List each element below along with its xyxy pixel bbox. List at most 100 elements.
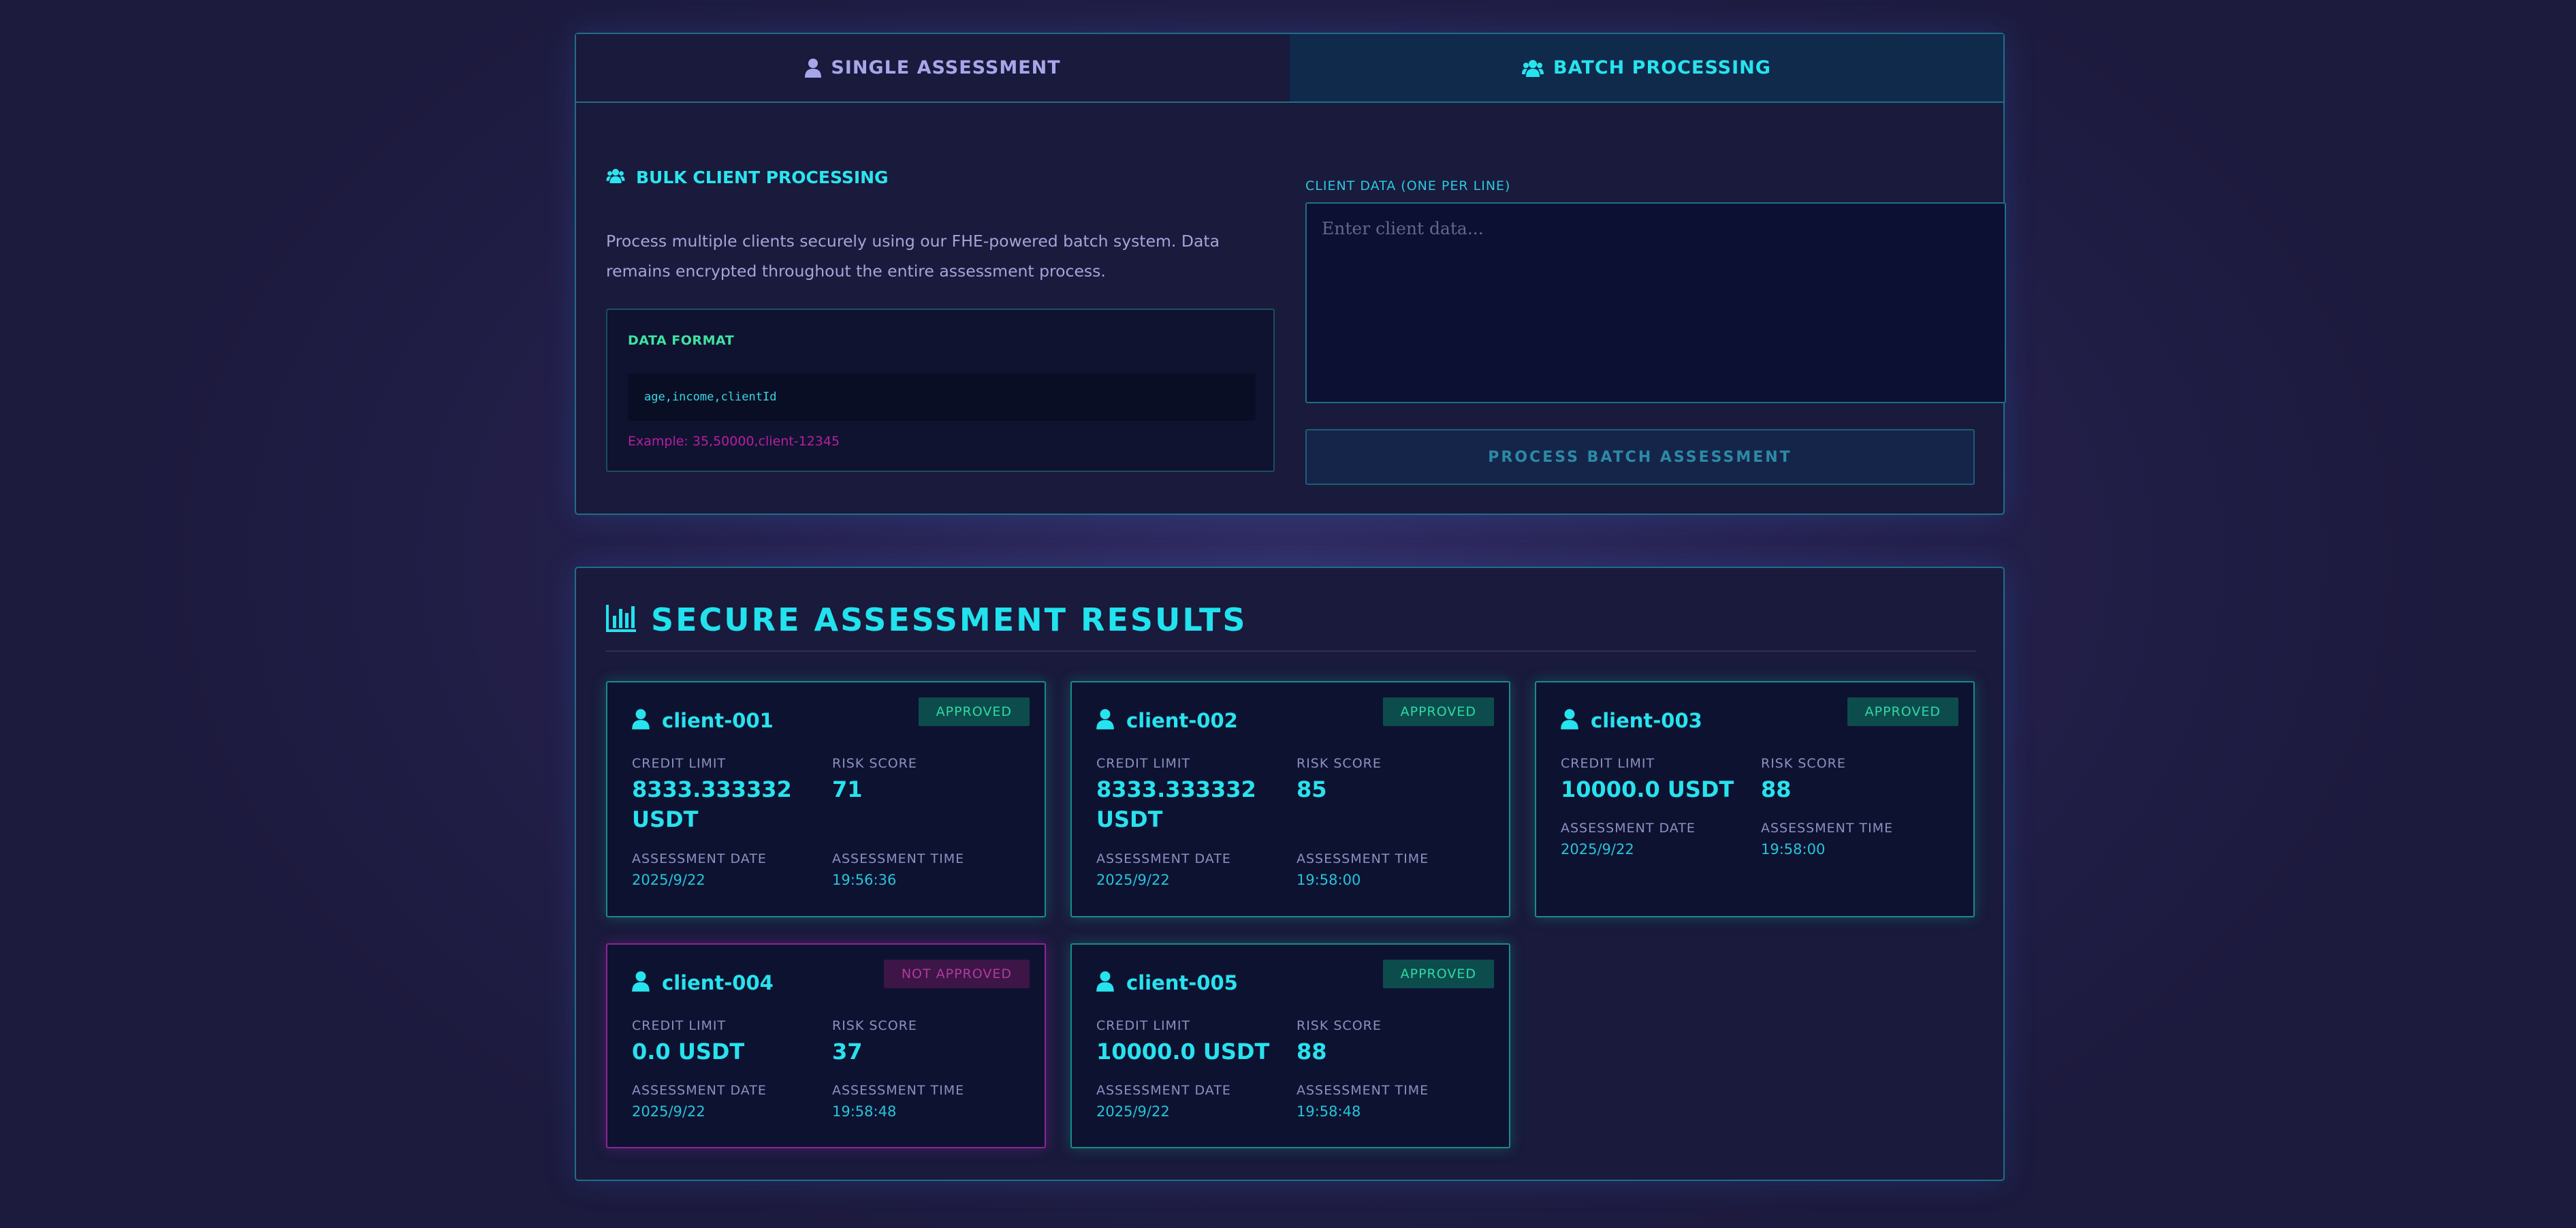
result-card: client-001 APPROVED CREDIT LIMIT 8333.33… — [606, 681, 1046, 917]
risk-score: RISK SCORE 71 — [832, 756, 917, 804]
assessment-time-label: ASSESSMENT TIME — [832, 851, 965, 866]
status-badge: APPROVED — [1847, 697, 1958, 726]
assessment-date-label: ASSESSMENT DATE — [632, 1083, 767, 1098]
assessment-time-value: 19:56:36 — [832, 872, 897, 888]
assessment-time: ASSESSMENT TIME 19:58:00 — [1297, 851, 1429, 888]
batch-heading: BULK CLIENT PROCESSING — [606, 168, 889, 187]
assessment-date-value: 2025/9/22 — [632, 1103, 705, 1120]
card-header: client-001 — [632, 708, 774, 733]
results-title: SECURE ASSESSMENT RESULTS — [651, 601, 1247, 638]
assessment-date: ASSESSMENT DATE 2025/9/22 — [1096, 1083, 1231, 1120]
assessment-time-label: ASSESSMENT TIME — [1297, 1083, 1429, 1098]
client-id: client-003 — [1591, 709, 1702, 732]
credit-limit-value: 0.0 USDT — [632, 1039, 745, 1065]
status-badge: APPROVED — [1382, 697, 1494, 726]
card-header: client-002 — [1096, 708, 1238, 733]
user-icon — [1561, 708, 1578, 733]
risk-score-value: 88 — [1761, 776, 1792, 802]
data-format-box: DATA FORMAT age,income,clientId Example:… — [606, 309, 1275, 472]
status-badge: NOT APPROVED — [883, 960, 1030, 988]
assessment-time-value: 19:58:48 — [1297, 1103, 1361, 1120]
assessment-date-label: ASSESSMENT DATE — [1561, 821, 1696, 836]
assessment-time-label: ASSESSMENT TIME — [1761, 821, 1894, 836]
risk-score-value: 88 — [1297, 1039, 1327, 1065]
client-id: client-001 — [662, 709, 774, 732]
status-badge: APPROVED — [1382, 960, 1494, 988]
credit-limit-value: 8333.333332 USDT — [1096, 776, 1256, 832]
client-data-input[interactable] — [1305, 202, 2006, 403]
risk-score-value: 85 — [1297, 776, 1327, 802]
credit-limit: CREDIT LIMIT 8333.333332 USDT — [632, 756, 816, 834]
user-icon — [805, 58, 822, 78]
risk-score: RISK SCORE 37 — [832, 1018, 917, 1067]
tab-bar: SINGLE ASSESSMENT BATCH PROCESSING — [576, 34, 2003, 103]
risk-score-label: RISK SCORE — [832, 756, 917, 771]
tab-batch-label: BATCH PROCESSING — [1553, 57, 1771, 78]
users-icon — [1522, 59, 1544, 77]
user-icon — [632, 971, 650, 995]
batch-description: Process multiple clients securely using … — [606, 232, 1220, 281]
result-card: client-004 NOT APPROVED CREDIT LIMIT 0.0… — [606, 943, 1046, 1148]
assessment-date-value: 2025/9/22 — [1561, 841, 1634, 857]
assessment-date-label: ASSESSMENT DATE — [1096, 1083, 1231, 1098]
risk-score: RISK SCORE 88 — [1761, 756, 1846, 804]
assessment-date-value: 2025/9/22 — [1096, 872, 1170, 888]
user-icon — [632, 708, 650, 733]
users-icon — [606, 168, 625, 187]
assessment-date: ASSESSMENT DATE 2025/9/22 — [632, 1083, 767, 1120]
batch-heading-label: BULK CLIENT PROCESSING — [636, 168, 889, 187]
credit-limit-label: CREDIT LIMIT — [1561, 756, 1655, 771]
assessment-time-value: 19:58:00 — [1761, 841, 1826, 857]
risk-score-value: 71 — [832, 776, 863, 802]
credit-limit: CREDIT LIMIT 10000.0 USDT — [1561, 756, 1745, 804]
results-panel: SECURE ASSESSMENT RESULTS client-001 APP… — [575, 567, 2005, 1181]
assessment-time: ASSESSMENT TIME 19:58:00 — [1761, 821, 1893, 857]
assessment-panel: SINGLE ASSESSMENT BATCH PROCESSING BULK … — [575, 33, 2006, 515]
credit-limit-label: CREDIT LIMIT — [632, 756, 727, 771]
result-card: client-002 APPROVED CREDIT LIMIT 8333.33… — [1070, 681, 1510, 917]
credit-limit: CREDIT LIMIT 0.0 USDT — [632, 1018, 816, 1067]
result-card: client-003 APPROVED CREDIT LIMIT 10000.0… — [1535, 681, 1975, 917]
results-heading: SECURE ASSESSMENT RESULTS — [606, 601, 1247, 639]
data-format-code: age,income,clientId — [628, 373, 1256, 421]
assessment-date: ASSESSMENT DATE 2025/9/22 — [632, 851, 767, 888]
tab-single-assessment[interactable]: SINGLE ASSESSMENT — [576, 34, 1290, 101]
client-data-label: CLIENT DATA (ONE PER LINE) — [1305, 178, 1511, 193]
credit-limit-label: CREDIT LIMIT — [1096, 1018, 1191, 1033]
client-id: client-005 — [1126, 971, 1238, 994]
credit-limit-label: CREDIT LIMIT — [1096, 756, 1191, 771]
data-format-title: DATA FORMAT — [628, 333, 735, 348]
data-format-example: Example: 35,50000,client-12345 — [628, 434, 840, 449]
bar-chart-icon — [606, 605, 636, 635]
process-batch-button[interactable]: PROCESS BATCH ASSESSMENT — [1305, 429, 1975, 485]
assessment-date: ASSESSMENT DATE 2025/9/22 — [1561, 821, 1696, 857]
assessment-date-value: 2025/9/22 — [1096, 1103, 1170, 1120]
result-card: client-005 APPROVED CREDIT LIMIT 10000.0… — [1070, 943, 1510, 1148]
assessment-date-label: ASSESSMENT DATE — [632, 851, 767, 866]
credit-limit-value: 10000.0 USDT — [1561, 776, 1734, 802]
assessment-date-value: 2025/9/22 — [632, 872, 705, 888]
tab-single-label: SINGLE ASSESSMENT — [831, 57, 1061, 78]
risk-score-label: RISK SCORE — [1297, 756, 1382, 771]
assessment-date: ASSESSMENT DATE 2025/9/22 — [1096, 851, 1231, 888]
assessment-time-value: 19:58:00 — [1297, 872, 1361, 888]
assessment-time-value: 19:58:48 — [832, 1103, 897, 1120]
assessment-time-label: ASSESSMENT TIME — [832, 1083, 965, 1098]
assessment-time: ASSESSMENT TIME 19:56:36 — [832, 851, 964, 888]
credit-limit-label: CREDIT LIMIT — [632, 1018, 727, 1033]
tab-batch-processing[interactable]: BATCH PROCESSING — [1290, 34, 2003, 101]
divider — [606, 650, 1976, 652]
user-icon — [1096, 971, 1114, 995]
risk-score: RISK SCORE 88 — [1297, 1018, 1382, 1067]
card-header: client-003 — [1561, 708, 1702, 733]
card-header: client-004 — [632, 971, 774, 995]
credit-limit: CREDIT LIMIT 10000.0 USDT — [1096, 1018, 1280, 1067]
risk-score-label: RISK SCORE — [1761, 756, 1846, 771]
card-header: client-005 — [1096, 971, 1238, 995]
assessment-time: ASSESSMENT TIME 19:58:48 — [1297, 1083, 1429, 1120]
user-icon — [1096, 708, 1114, 733]
credit-limit: CREDIT LIMIT 8333.333332 USDT — [1096, 756, 1280, 834]
credit-limit-value: 8333.333332 USDT — [632, 776, 792, 832]
risk-score-label: RISK SCORE — [1297, 1018, 1382, 1033]
assessment-date-label: ASSESSMENT DATE — [1096, 851, 1231, 866]
